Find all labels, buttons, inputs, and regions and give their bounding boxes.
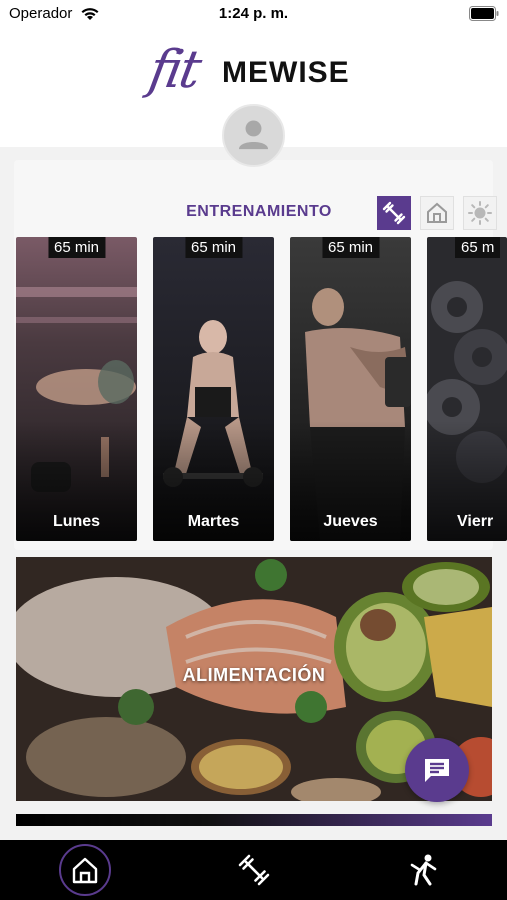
duration-badge: 65 min — [184, 237, 243, 258]
duration-badge: 65 min — [47, 237, 106, 258]
home-icon — [72, 857, 98, 884]
day-label: Lunes — [52, 513, 101, 530]
clock: 1:24 p. m. — [218, 5, 289, 22]
day-label: Vierr — [457, 513, 494, 530]
chat-bubble-icon — [425, 759, 449, 782]
bottom-banner-strip — [16, 814, 492, 826]
nav-training[interactable] — [228, 844, 280, 896]
workout-card-monday[interactable]: 65 min Lunes — [16, 237, 137, 541]
bottom-navigation — [0, 840, 507, 900]
dumbbell-icon — [238, 854, 270, 886]
gym-filter-button[interactable] — [377, 196, 411, 230]
duration-badge: 65 m — [455, 237, 501, 258]
workout-card-friday[interactable]: 65 m Vierr — [427, 237, 507, 541]
nutrition-label: ALIMENTACIÓN — [182, 665, 326, 685]
stretching-icon — [410, 854, 437, 886]
user-icon — [238, 120, 269, 150]
nav-home[interactable] — [59, 844, 111, 896]
home-filter-button[interactable] — [420, 196, 454, 230]
nav-stretching[interactable] — [397, 844, 449, 896]
avatar[interactable] — [222, 104, 285, 167]
duration-badge: 65 min — [321, 237, 380, 258]
logo-wordmark: MEWISE — [222, 56, 350, 89]
chat-button[interactable] — [405, 738, 469, 802]
battery-icon — [469, 6, 499, 21]
day-label: Martes — [187, 513, 240, 530]
app-logo: fit MEWISE — [145, 40, 370, 110]
sun-icon — [468, 201, 492, 225]
workout-card-thursday[interactable]: 65 min Jueves — [290, 237, 411, 541]
logo-script: fit — [144, 40, 204, 100]
workout-card-tuesday[interactable]: 65 min Martes — [153, 237, 274, 541]
dumbbell-icon — [382, 201, 406, 225]
home-icon — [427, 202, 447, 223]
outdoor-filter-button[interactable] — [463, 196, 497, 230]
status-bar: Operador 1:24 p. m. — [0, 0, 507, 28]
day-label: Jueves — [323, 513, 378, 530]
